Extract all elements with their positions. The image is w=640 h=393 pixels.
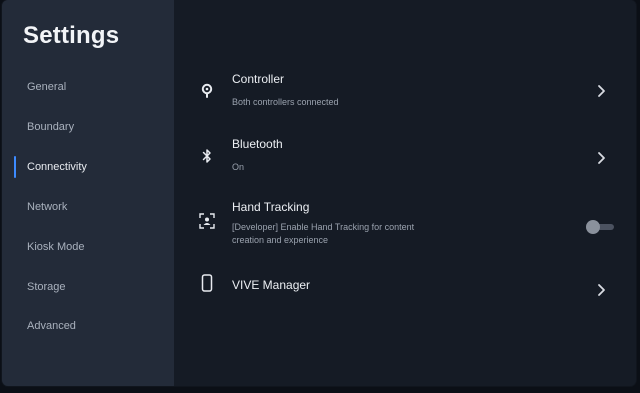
row-title: VIVE Manager	[232, 278, 311, 292]
sidebar-item-network[interactable]: Network	[2, 193, 174, 221]
sidebar-item-connectivity[interactable]: Connectivity	[2, 153, 174, 181]
sidebar-item-label: Network	[27, 201, 68, 213]
sidebar-item-advanced[interactable]: Advanced	[2, 312, 174, 340]
sidebar-item-label: Advanced	[27, 320, 76, 332]
sidebar-nav: General Boundary Connectivity Network Ki…	[2, 0, 174, 386]
screen-frame: Settings General Boundary Connectivity N…	[0, 0, 640, 393]
hand-tracking-toggle[interactable]	[586, 220, 614, 234]
sidebar-item-label: Boundary	[27, 121, 75, 133]
main-panel: Controller Both controllers connected Bl…	[174, 0, 636, 386]
settings-row-vive-manager[interactable]: VIVE Manager	[174, 268, 636, 308]
sidebar-item-label: Kiosk Mode	[27, 241, 85, 253]
toggle-knob	[586, 220, 600, 234]
sidebar-item-general[interactable]: General	[2, 73, 174, 101]
settings-row-bluetooth[interactable]: Bluetooth On	[174, 127, 636, 179]
settings-row-controller[interactable]: Controller Both controllers connected	[174, 62, 636, 114]
sidebar-item-label: Connectivity	[27, 161, 87, 173]
chevron-right-icon[interactable]	[596, 84, 608, 98]
row-subtitle: [Developer] Enable Hand Tracking for con…	[232, 222, 415, 245]
chevron-right-icon[interactable]	[596, 283, 608, 297]
phone-icon	[198, 274, 216, 292]
sidebar-item-label: General	[27, 81, 67, 93]
bluetooth-icon	[198, 147, 216, 165]
hand-tracking-icon	[198, 212, 216, 230]
settings-window: Settings General Boundary Connectivity N…	[2, 0, 636, 386]
sidebar-item-kiosk-mode[interactable]: Kiosk Mode	[2, 233, 174, 261]
row-title: Hand Tracking	[232, 200, 310, 214]
sidebar-item-label: Storage	[27, 281, 66, 293]
sidebar: Settings General Boundary Connectivity N…	[2, 0, 174, 386]
row-subtitle: Both controllers connected	[232, 97, 339, 107]
settings-row-hand-tracking: Hand Tracking [Developer] Enable Hand Tr…	[174, 190, 636, 256]
sidebar-item-storage[interactable]: Storage	[2, 273, 174, 301]
row-subtitle: On	[232, 162, 245, 172]
sidebar-item-boundary[interactable]: Boundary	[2, 113, 174, 141]
controller-icon	[198, 82, 216, 100]
active-indicator	[14, 156, 16, 178]
row-title: Bluetooth	[232, 137, 283, 151]
chevron-right-icon[interactable]	[596, 151, 608, 165]
row-title: Controller	[232, 72, 285, 86]
